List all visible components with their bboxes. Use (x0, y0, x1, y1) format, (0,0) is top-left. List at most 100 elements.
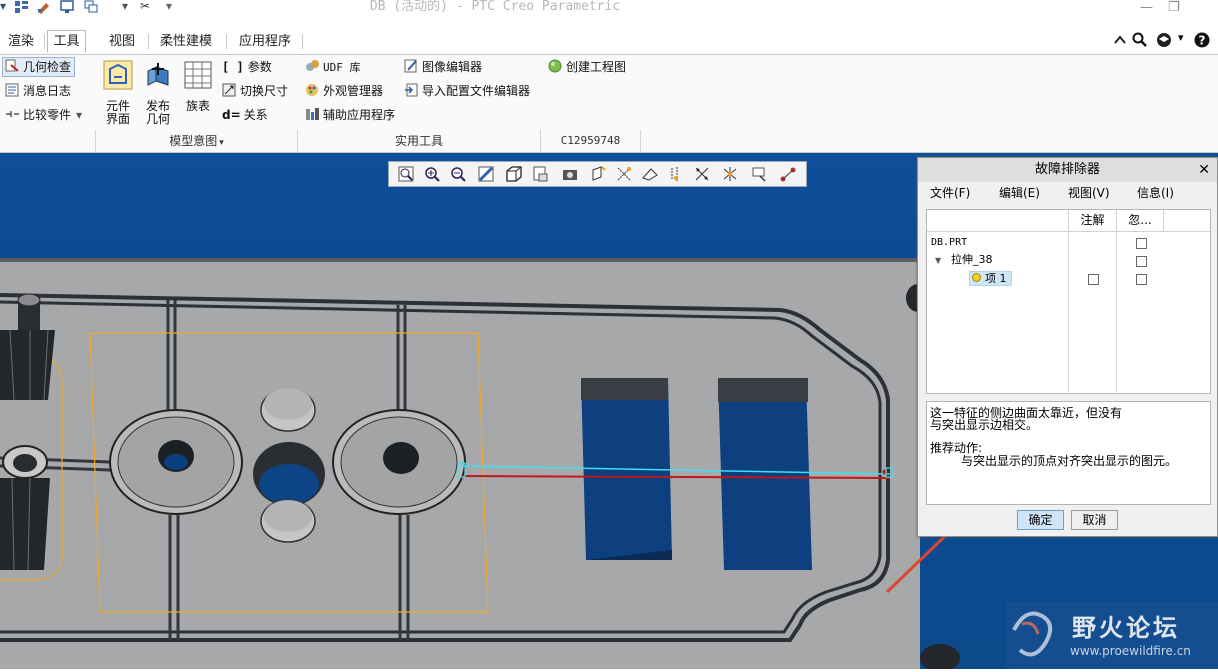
parameters-button[interactable]: [ ] 参数 (222, 59, 272, 75)
image-editor-button[interactable]: 图像编辑器 (404, 59, 482, 75)
perspective-icon[interactable] (589, 165, 607, 183)
view-manager-icon[interactable] (561, 165, 579, 183)
point-display-icon[interactable] (667, 165, 685, 183)
tree-item-issue[interactable]: 项 1 (969, 271, 1012, 286)
appearance-manager-icon (306, 84, 318, 96)
message-panel: 这一特征的侧边曲面太靠近，但没有 与突出显示边相交。 推荐动作: 与突出显示的顶… (926, 401, 1211, 505)
image-editor-label: 图像编辑器 (422, 60, 483, 74)
tab-tools[interactable]: 工具 (47, 30, 86, 53)
ribbon: 几何检查 消息日志 比较零件 ▾ 元件 界面 发布 几何 族表 [ ] 参数 切换尺… (0, 55, 1218, 153)
parameters-label: 参数 (247, 60, 272, 74)
udf-library-button[interactable]: UDF 库 (305, 59, 361, 76)
ignore-checkbox[interactable] (1136, 256, 1147, 267)
ribbon-tabs: 渲染 工具 视图 柔性建模 应用程序 ▾ ? (0, 28, 1218, 55)
tree-item-feature[interactable]: 拉伸_38 (951, 253, 993, 266)
note-checkbox[interactable] (1088, 274, 1099, 285)
compare-part-icon (6, 111, 19, 117)
expand-icon[interactable]: ▼ (935, 254, 941, 267)
column-ignore[interactable]: 忽... (1117, 210, 1164, 232)
compare-part-label: 比较零件 (23, 108, 72, 122)
close-button[interactable]: ✕ (1198, 158, 1210, 182)
geometry-check-label: 几何检查 (23, 60, 72, 74)
ignore-checkbox[interactable] (1136, 238, 1147, 249)
compare-dropdown-icon[interactable]: ▾ (76, 108, 82, 122)
relations-icon: d= (222, 108, 241, 122)
message-log-button[interactable]: 消息日志 (5, 83, 71, 99)
menu-view[interactable]: 视图(V) (1068, 185, 1110, 201)
ignore-checkbox[interactable] (1136, 274, 1147, 285)
create-drawing-icon (548, 59, 562, 73)
search-icon[interactable] (1132, 32, 1148, 48)
auxiliary-app-label: 辅助应用程序 (323, 108, 396, 122)
family-table-button[interactable]: 族表 (181, 59, 215, 113)
issue-tree[interactable]: 注解 忽... DB.PRT ▼ 拉伸_38 项 1 (926, 209, 1211, 394)
relations-label: 关系 (243, 108, 268, 122)
ok-button[interactable]: 确定 (1017, 510, 1064, 530)
datum-planes-icon[interactable] (615, 165, 633, 183)
group-dropdown-icon[interactable]: ▾ (219, 138, 224, 148)
refit-icon[interactable] (397, 165, 415, 183)
csys-display-icon[interactable] (693, 165, 711, 183)
relations-button[interactable]: d= 关系 (222, 107, 268, 123)
menu-info[interactable]: 信息(I) (1137, 185, 1174, 201)
forum-watermark: 野火论坛 www.proewildfire.cn (1006, 602, 1218, 669)
collapse-ribbon-icon[interactable] (1113, 34, 1127, 46)
create-drawing-label: 创建工程图 (566, 60, 627, 74)
tree-item-part[interactable]: DB.PRT (931, 236, 967, 249)
tree-item-issue-label: 项 1 (985, 272, 1007, 285)
component-interface-button[interactable]: 元件 界面 (101, 59, 135, 126)
tab-view[interactable]: 视图 (103, 31, 141, 52)
switch-dimensions-label: 切换尺寸 (240, 84, 289, 98)
spin-center-icon[interactable] (721, 165, 739, 183)
datum-axes-icon[interactable] (641, 165, 659, 183)
appearance-manager-label: 外观管理器 (323, 84, 384, 98)
saved-orientations-icon[interactable] (531, 165, 549, 183)
community-icon[interactable] (1156, 32, 1172, 48)
family-table-icon (184, 61, 212, 89)
column-note[interactable]: 注解 (1069, 210, 1117, 232)
parameters-icon: [ ] (222, 60, 244, 74)
component-interface-icon (103, 60, 133, 90)
more-display-icon[interactable] (779, 165, 797, 183)
watermark-name: 野火论坛 (1072, 614, 1180, 642)
watermark-url: www.proewildfire.cn (1070, 644, 1191, 658)
restore-button[interactable]: ❐ (1168, 0, 1180, 15)
minimize-button[interactable]: — (1140, 0, 1153, 15)
switch-dimensions-button[interactable]: 切换尺寸 (222, 83, 288, 99)
svg-text:?: ? (1199, 34, 1206, 48)
view-toolbar (388, 161, 807, 187)
import-config-editor-button[interactable]: 导入配置文件编辑器 (404, 83, 530, 99)
cancel-button[interactable]: 取消 (1071, 510, 1118, 530)
message-log-icon (5, 83, 19, 97)
import-config-editor-icon (405, 83, 418, 97)
display-style-icon[interactable] (505, 165, 523, 183)
geometry-check-button[interactable]: 几何检查 (2, 57, 76, 77)
component-interface-label-2: 界面 (105, 112, 130, 126)
troubleshooter-dialog: 故障排除器 ✕ 文件(F) 编辑(E) 视图(V) 信息(I) 注解 忽... … (917, 157, 1218, 537)
menu-file[interactable]: 文件(F) (930, 185, 970, 201)
udf-library-label: UDF 库 (323, 61, 361, 74)
community-dropdown-icon[interactable]: ▾ (1178, 31, 1184, 44)
annotation-display-icon[interactable] (751, 165, 769, 183)
tab-flexible-modeling[interactable]: 柔性建模 (154, 31, 218, 52)
tab-render[interactable]: 渲染 (2, 31, 40, 52)
publish-geometry-icon (147, 63, 169, 86)
menu-edit[interactable]: 编辑(E) (999, 185, 1040, 201)
publish-geometry-button[interactable]: 发布 几何 (141, 59, 175, 126)
tab-applications[interactable]: 应用程序 (233, 31, 297, 52)
recommended-action-title: 推荐动作: (930, 441, 983, 455)
auxiliary-app-button[interactable]: 辅助应用程序 (305, 107, 395, 123)
auxiliary-app-icon (306, 108, 319, 120)
compare-part-button[interactable]: 比较零件 ▾ (5, 107, 82, 123)
create-drawing-button[interactable]: 创建工程图 (548, 59, 626, 75)
model-intent-group-label: 模型意图 ▾ (169, 134, 224, 148)
import-config-editor-label: 导入配置文件编辑器 (422, 84, 531, 98)
repaint-icon[interactable] (477, 165, 495, 183)
dialog-title: 故障排除器 (918, 158, 1217, 182)
help-icon[interactable]: ? (1194, 32, 1210, 48)
appearance-manager-button[interactable]: 外观管理器 (305, 83, 383, 99)
warning-dot-icon (972, 273, 981, 282)
zoom-in-icon[interactable] (423, 165, 441, 183)
publish-geometry-label-2: 几何 (145, 112, 170, 126)
zoom-out-icon[interactable] (449, 165, 467, 183)
